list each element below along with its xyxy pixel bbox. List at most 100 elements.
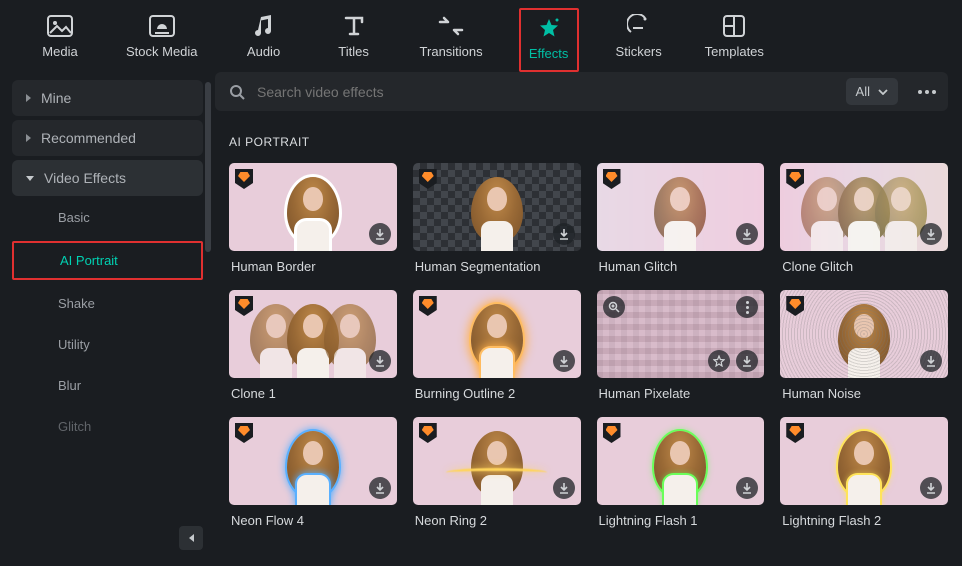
effect-thumbnail[interactable] <box>413 290 581 378</box>
download-button[interactable] <box>553 477 575 499</box>
nav-label: Media <box>42 44 77 59</box>
effect-card: Human Pixelate <box>597 290 765 401</box>
nav-stock-media[interactable]: Stock Media <box>120 8 204 72</box>
effect-thumbnail[interactable] <box>780 290 948 378</box>
effect-card: Human Segmentation <box>413 163 581 274</box>
sidebar-sub-glitch[interactable]: Glitch <box>12 409 203 444</box>
effect-thumbnail[interactable] <box>597 417 765 505</box>
filter-all-button[interactable]: All <box>846 78 898 105</box>
effect-thumbnail[interactable] <box>413 163 581 251</box>
nav-label: Stickers <box>616 44 662 59</box>
effect-thumbnail[interactable] <box>413 417 581 505</box>
sidebar-label: Recommended <box>41 130 136 146</box>
download-button[interactable] <box>369 350 391 372</box>
preview-zoom-button[interactable] <box>603 296 625 318</box>
premium-badge-icon <box>786 169 804 189</box>
effect-thumbnail[interactable] <box>597 290 765 378</box>
effect-label: Human Border <box>229 259 397 274</box>
effect-thumbnail[interactable] <box>780 163 948 251</box>
sidebar-recommended[interactable]: Recommended <box>12 120 203 156</box>
caret-right-icon <box>26 94 31 102</box>
effect-thumbnail[interactable] <box>229 417 397 505</box>
premium-badge-icon <box>786 296 804 316</box>
effect-label: Neon Flow 4 <box>229 513 397 528</box>
sidebar-sub-ai-portrait[interactable]: AI Portrait <box>12 241 203 280</box>
effect-card: Neon Flow 4 <box>229 417 397 528</box>
section-title: AI PORTRAIT <box>215 111 948 163</box>
effects-grid: Human Border Human Segmentation <box>215 163 948 538</box>
sidebar-sub-basic[interactable]: Basic <box>12 200 203 235</box>
premium-badge-icon <box>235 296 253 316</box>
sidebar-label: Mine <box>41 90 71 106</box>
search-box[interactable] <box>229 84 832 100</box>
effect-label: Human Noise <box>780 386 948 401</box>
download-button[interactable] <box>920 223 942 245</box>
download-button[interactable] <box>920 350 942 372</box>
effect-thumbnail[interactable] <box>780 417 948 505</box>
chevron-down-icon <box>878 89 888 95</box>
more-options-button[interactable] <box>912 84 942 100</box>
download-button[interactable] <box>369 477 391 499</box>
download-button[interactable] <box>369 223 391 245</box>
premium-badge-icon <box>603 169 621 189</box>
effect-card: Clone Glitch <box>780 163 948 274</box>
sidebar-mine[interactable]: Mine <box>12 80 203 116</box>
nav-stickers[interactable]: Stickers <box>609 8 669 72</box>
nav-label: Transitions <box>420 44 483 59</box>
nav-templates[interactable]: Templates <box>699 8 770 72</box>
premium-badge-icon <box>419 423 437 443</box>
sidebar-video-effects[interactable]: Video Effects <box>12 160 203 196</box>
sidebar-scrollbar[interactable] <box>205 82 211 252</box>
nav-media[interactable]: Media <box>30 8 90 72</box>
search-input[interactable] <box>257 84 832 100</box>
sidebar-sub-blur[interactable]: Blur <box>12 368 203 403</box>
nav-label: Templates <box>705 44 764 59</box>
effect-label: Clone 1 <box>229 386 397 401</box>
effects-icon <box>537 14 561 42</box>
nav-transitions[interactable]: Transitions <box>414 8 489 72</box>
chevron-left-icon <box>189 534 194 542</box>
effect-card: Lightning Flash 1 <box>597 417 765 528</box>
effect-card: Neon Ring 2 <box>413 417 581 528</box>
effect-label: Human Pixelate <box>597 386 765 401</box>
effect-thumbnail[interactable] <box>229 163 397 251</box>
download-button[interactable] <box>553 350 575 372</box>
caret-right-icon <box>26 134 31 142</box>
effect-card: Human Noise <box>780 290 948 401</box>
audio-icon <box>253 12 275 40</box>
download-button[interactable] <box>736 223 758 245</box>
nav-effects[interactable]: Effects <box>519 8 579 72</box>
effect-label: Burning Outline 2 <box>413 386 581 401</box>
premium-badge-icon <box>419 169 437 189</box>
effect-label: Neon Ring 2 <box>413 513 581 528</box>
sidebar-label: Video Effects <box>44 170 126 186</box>
effect-label: Clone Glitch <box>780 259 948 274</box>
media-icon <box>47 12 73 40</box>
effect-card: Human Border <box>229 163 397 274</box>
sidebar-collapse-button[interactable] <box>179 526 203 550</box>
nav-titles[interactable]: Titles <box>324 8 384 72</box>
download-button[interactable] <box>920 477 942 499</box>
stickers-icon <box>627 12 651 40</box>
effect-label: Human Segmentation <box>413 259 581 274</box>
effect-thumbnail[interactable] <box>597 163 765 251</box>
filter-label: All <box>856 84 870 99</box>
premium-badge-icon <box>603 423 621 443</box>
nav-label: Titles <box>338 44 369 59</box>
effect-thumbnail[interactable] <box>229 290 397 378</box>
effect-label: Lightning Flash 1 <box>597 513 765 528</box>
nav-label: Effects <box>529 46 569 61</box>
effect-label: Lightning Flash 2 <box>780 513 948 528</box>
titles-icon <box>343 12 365 40</box>
effect-card: Clone 1 <box>229 290 397 401</box>
stock-media-icon <box>149 12 175 40</box>
premium-badge-icon <box>235 423 253 443</box>
effect-card: Lightning Flash 2 <box>780 417 948 528</box>
premium-badge-icon <box>786 423 804 443</box>
nav-audio[interactable]: Audio <box>234 8 294 72</box>
sidebar-sub-shake[interactable]: Shake <box>12 286 203 321</box>
download-button[interactable] <box>553 223 575 245</box>
effect-label: Human Glitch <box>597 259 765 274</box>
content-area: All AI PORTRAIT Human Border <box>215 72 962 566</box>
sidebar-sub-utility[interactable]: Utility <box>12 327 203 362</box>
